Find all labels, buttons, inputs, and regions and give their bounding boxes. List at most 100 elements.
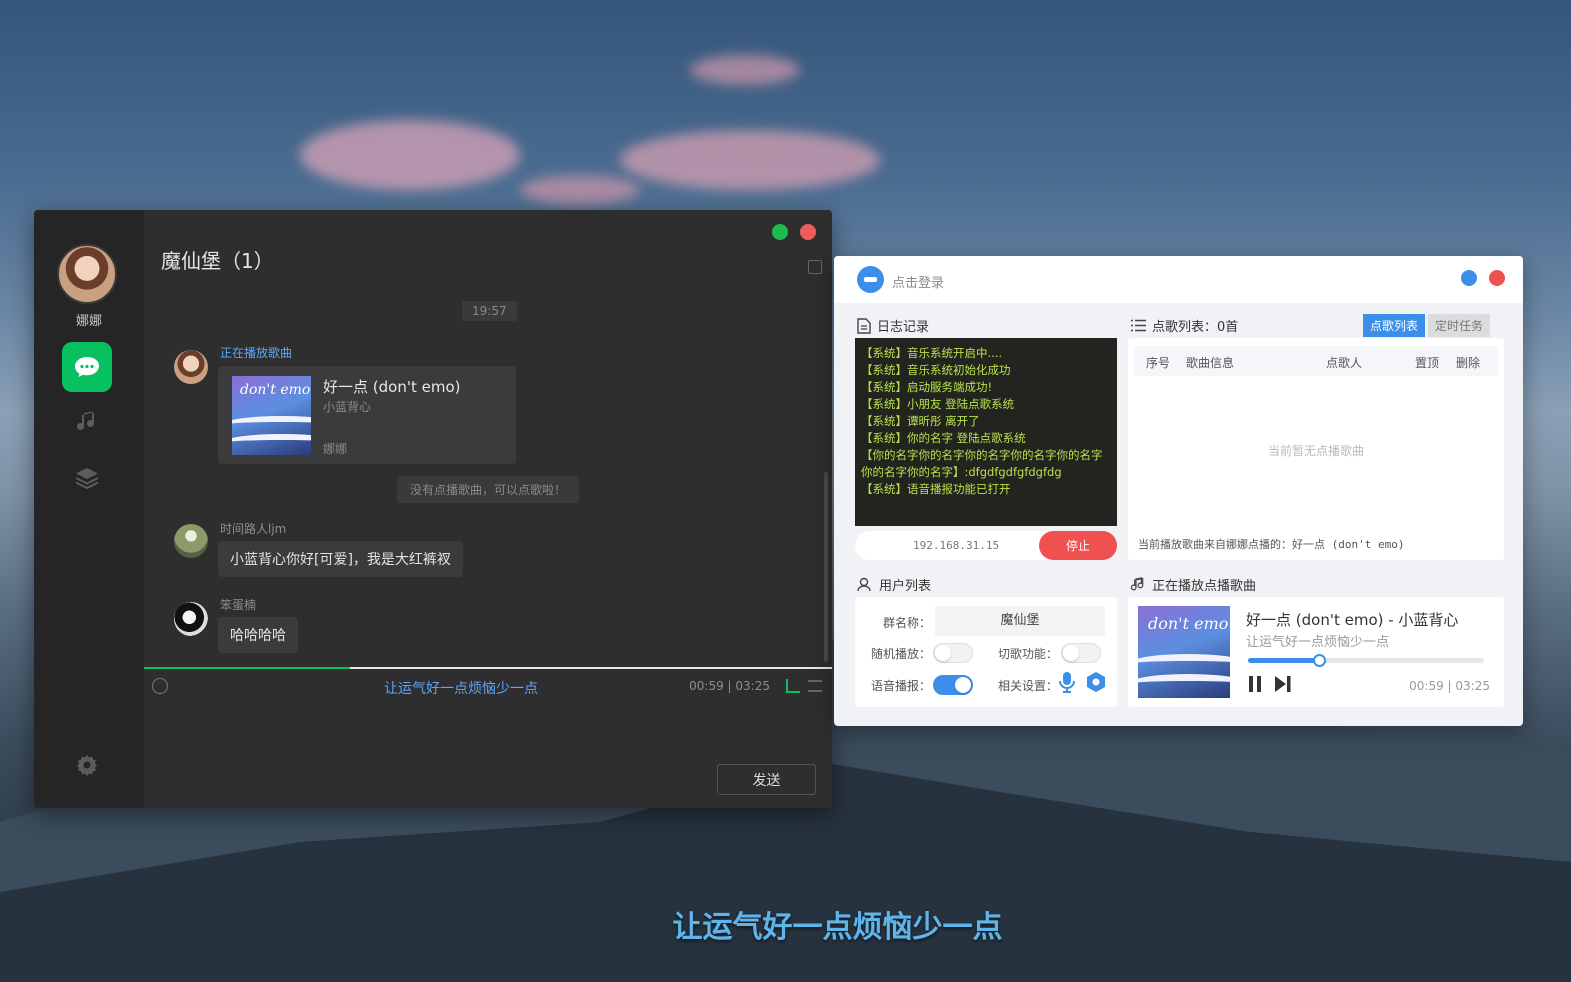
chat-title: 魔仙堡（1） bbox=[161, 249, 274, 273]
random-play-toggle[interactable] bbox=[933, 643, 973, 663]
input-toolbar: 让运气好一点烦恼少一点 00:59 | 03:25 bbox=[144, 672, 832, 702]
log-console: 【系统】音乐系统开启中.... 【系统】音乐系统初始化成功 【系统】启动服务端成… bbox=[855, 338, 1117, 526]
voice-broadcast-toggle[interactable] bbox=[933, 675, 973, 695]
album-cover: don't emo bbox=[1138, 606, 1230, 698]
window-minimize-button[interactable] bbox=[772, 224, 788, 240]
sidebar-music-button[interactable] bbox=[62, 397, 112, 447]
user-name: 娜娜 bbox=[75, 314, 102, 329]
message-bubble[interactable]: 小蓝背心你好[可爱]，我是大红裤衩 bbox=[218, 541, 463, 577]
layers-icon bbox=[75, 468, 99, 490]
now-progress-knob[interactable] bbox=[1312, 654, 1326, 667]
empty-state: 当前暂无点播歌曲 bbox=[1267, 444, 1364, 458]
hexagon-settings-icon[interactable] bbox=[1086, 671, 1106, 693]
user-avatar[interactable] bbox=[57, 244, 117, 304]
avatar[interactable] bbox=[174, 350, 208, 384]
video-subtitle: 让运气好一点烦恼少一点 bbox=[672, 910, 1003, 945]
skip-label: 切歌功能： bbox=[998, 647, 1059, 661]
window-close-button[interactable] bbox=[1489, 270, 1505, 286]
tab-request-list[interactable]: 点歌列表 bbox=[1363, 314, 1426, 337]
log-line: 【系统】音乐系统开启中.... bbox=[861, 346, 1003, 360]
list-icon bbox=[1131, 319, 1146, 332]
request-count: 点歌列表：0首 bbox=[1152, 320, 1239, 335]
skip-song-toggle[interactable] bbox=[1061, 643, 1101, 663]
user-icon bbox=[857, 577, 871, 592]
stop-button[interactable]: 停止 bbox=[1039, 531, 1117, 560]
chat-scrollbar[interactable] bbox=[824, 472, 828, 662]
log-line: 【你的名字你的名字你的名字你的名字你的名字你的名字你的名字】:dfgdfgdfg… bbox=[861, 448, 1103, 479]
message-sender: 时间路人ljm bbox=[220, 522, 287, 536]
server-address-bar: 192.168.31.15 停止 bbox=[855, 531, 1117, 560]
log-line: 【系统】语音播报功能已打开 bbox=[861, 482, 1011, 496]
contact-card-icon[interactable] bbox=[808, 260, 822, 274]
col-delete: 删除 bbox=[1456, 356, 1481, 370]
request-table: 序号 歌曲信息 点歌人 置顶 删除 当前暂无点播歌曲 当前播放歌曲来自娜娜点播的… bbox=[1128, 338, 1504, 560]
voice-status-icon[interactable] bbox=[786, 679, 800, 693]
song-time: 00:59 | 03:25 bbox=[689, 679, 770, 693]
log-line: 【系统】启动服务端成功! bbox=[861, 380, 993, 394]
song-progress-fill bbox=[144, 667, 351, 669]
sidebar-chat-button[interactable] bbox=[62, 342, 112, 392]
send-button[interactable]: 发送 bbox=[717, 764, 816, 795]
request-tabs: 点歌列表 定时任务 bbox=[1363, 314, 1491, 337]
request-section-title: 点歌列表：0首 bbox=[1131, 316, 1238, 335]
login-icon[interactable] bbox=[857, 266, 884, 293]
tab-scheduled-tasks[interactable]: 定时任务 bbox=[1428, 314, 1491, 337]
settings-label: 相关设置： bbox=[998, 679, 1059, 693]
now-lyric: 让运气好一点烦恼少一点 bbox=[1246, 635, 1390, 650]
chat-window: 娜娜 魔仙堡（1） 19:57 正在播放歌曲 don't emo 好一点 (do bbox=[34, 210, 832, 808]
pause-icon[interactable] bbox=[1248, 675, 1262, 693]
col-song: 歌曲信息 bbox=[1186, 356, 1235, 370]
song-artist: 小蓝背心 bbox=[323, 400, 372, 414]
log-line: 【系统】谭昕彤 离开了 bbox=[861, 414, 980, 428]
avatar[interactable] bbox=[174, 602, 208, 636]
sidebar-layers-button[interactable] bbox=[62, 453, 112, 503]
music-header: 点击登录 bbox=[834, 256, 1523, 303]
sidebar-settings-button[interactable] bbox=[62, 740, 112, 790]
user-settings: 群名称： 魔仙堡 随机播放： 切歌功能： 语音播报： 相关设置： bbox=[855, 597, 1117, 707]
now-progress-fill bbox=[1248, 658, 1319, 663]
col-pin: 置顶 bbox=[1415, 356, 1440, 370]
user-section-title: 用户列表 bbox=[857, 575, 931, 594]
emoji-icon[interactable] bbox=[152, 678, 168, 694]
song-title: 好一点 (don't emo) bbox=[323, 378, 461, 396]
cover-script: don't emo bbox=[1148, 614, 1229, 633]
now-progress-bar[interactable] bbox=[1248, 654, 1484, 667]
window-close-button[interactable] bbox=[800, 224, 816, 240]
message-bubble[interactable]: 哈哈哈哈 bbox=[218, 617, 298, 653]
song-progress-bar[interactable] bbox=[144, 667, 832, 669]
group-label: 群名称： bbox=[883, 616, 932, 630]
col-index: 序号 bbox=[1146, 356, 1171, 370]
chat-sidebar: 娜娜 bbox=[34, 210, 144, 808]
log-section-title: 日志记录 bbox=[857, 316, 929, 335]
document-icon bbox=[857, 317, 871, 334]
lyric-text: 让运气好一点烦恼少一点 bbox=[384, 681, 538, 697]
table-header: 序号 歌曲信息 点歌人 置顶 删除 bbox=[1134, 346, 1498, 376]
system-notice: 没有点播歌曲，可以点歌啦！ bbox=[397, 476, 580, 503]
current-source: 当前播放歌曲来自娜娜点播的：好一点 (don't emo) bbox=[1138, 538, 1405, 551]
time-chip: 19:57 bbox=[462, 301, 517, 321]
now-playing-card: don't emo 好一点 (don't emo) - 小蓝背心 让运气好一点烦… bbox=[1128, 597, 1504, 707]
next-track-icon[interactable] bbox=[1274, 675, 1292, 693]
music-note-icon bbox=[77, 411, 94, 430]
bg-cloud bbox=[520, 175, 640, 205]
music-note-icon bbox=[1131, 577, 1144, 591]
menu-icon[interactable] bbox=[808, 680, 822, 692]
gear-icon bbox=[77, 755, 97, 776]
avatar[interactable] bbox=[174, 524, 208, 558]
bg-cloud bbox=[620, 130, 880, 190]
song-requester: 娜娜 bbox=[323, 442, 348, 456]
microphone-icon[interactable] bbox=[1058, 671, 1076, 693]
message-sender: 笨蛋楠 bbox=[220, 598, 257, 612]
chat-main: 魔仙堡（1） 19:57 正在播放歌曲 don't emo 好一点 (don't… bbox=[144, 210, 832, 808]
song-card[interactable]: don't emo 好一点 (don't emo) 小蓝背心 娜娜 bbox=[218, 366, 516, 464]
login-link[interactable]: 点击登录 bbox=[892, 272, 944, 291]
now-playing-title: 正在播放点播歌曲 bbox=[1152, 579, 1257, 594]
random-label: 随机播放： bbox=[871, 647, 932, 661]
voice-label: 语音播报： bbox=[871, 679, 932, 693]
now-time: 00:59 | 03:25 bbox=[1409, 679, 1490, 693]
chat-bubble-icon bbox=[75, 357, 99, 377]
group-name-field[interactable]: 魔仙堡 bbox=[935, 606, 1105, 636]
window-minimize-button[interactable] bbox=[1461, 270, 1477, 286]
col-requester: 点歌人 bbox=[1326, 356, 1363, 370]
cover-script: don't emo bbox=[240, 382, 311, 398]
